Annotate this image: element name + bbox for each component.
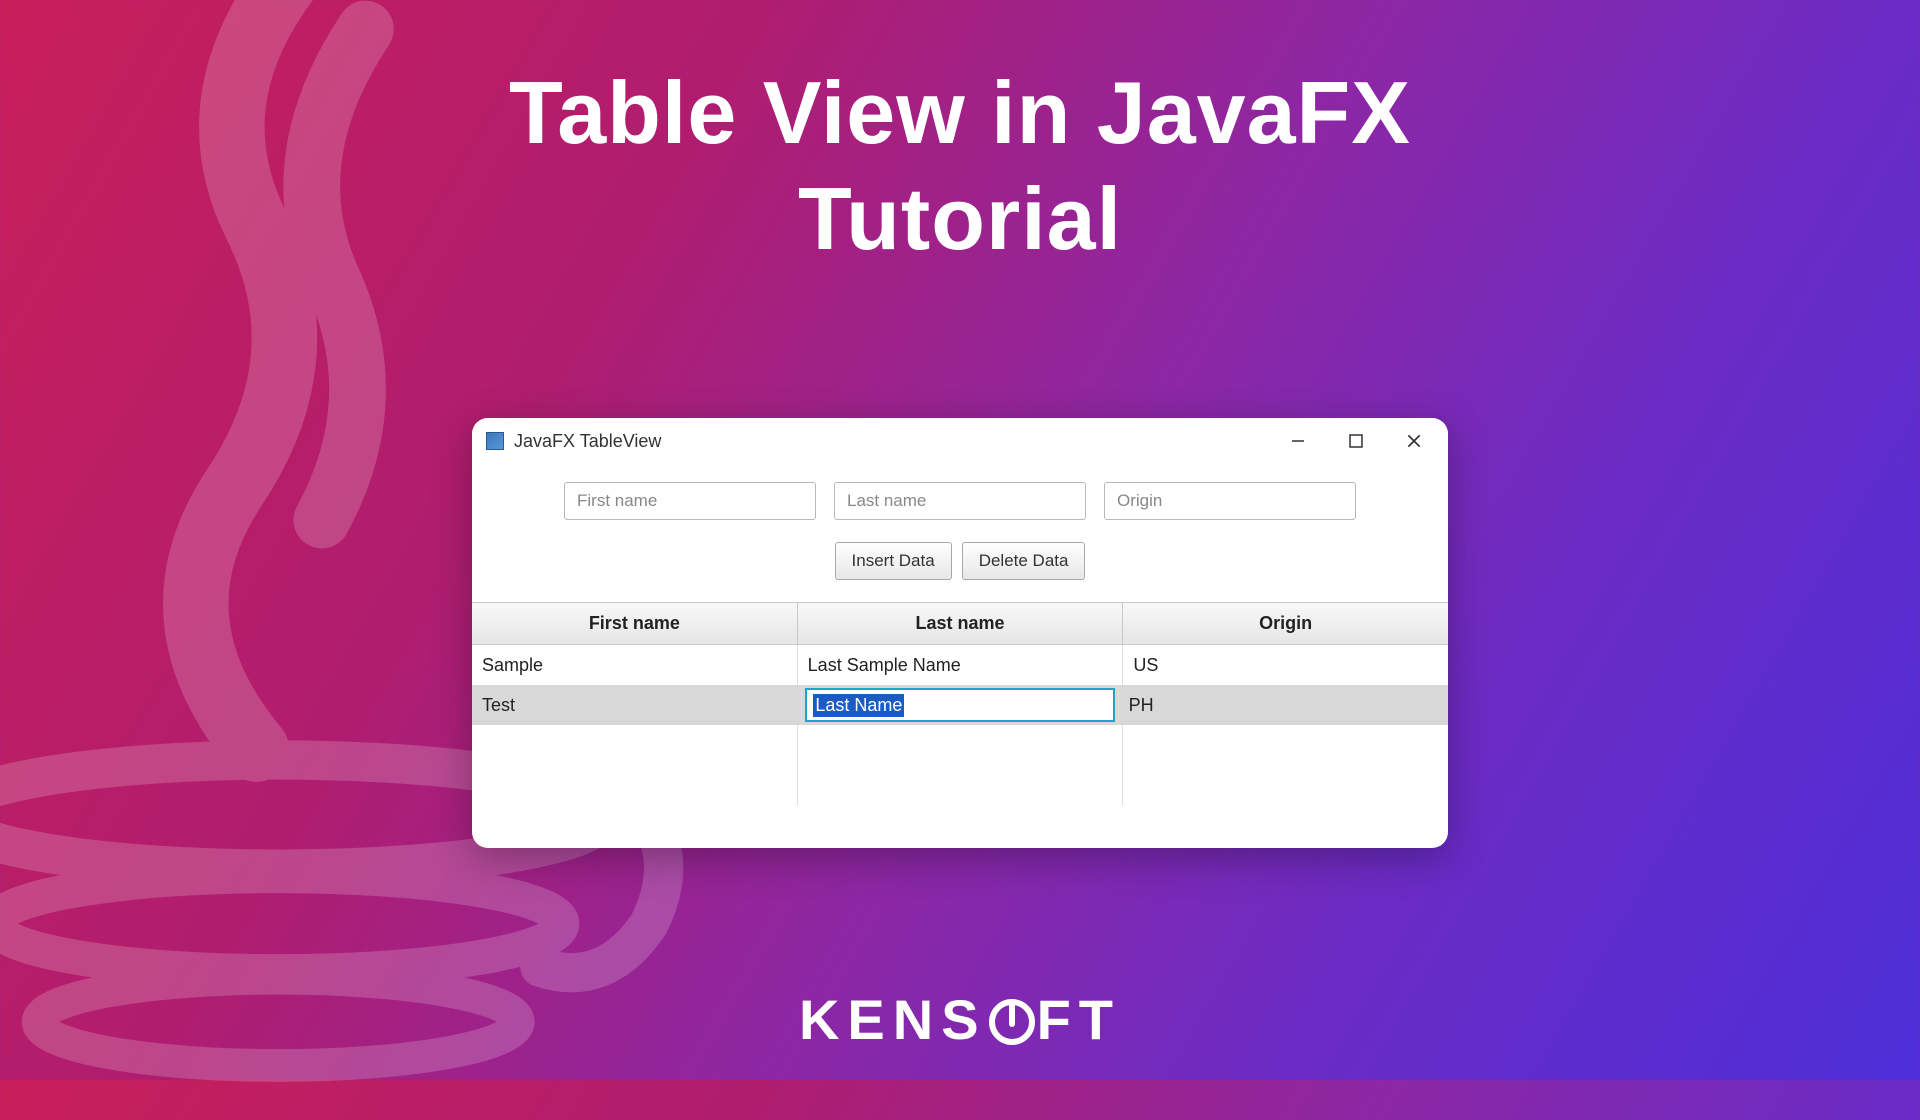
delete-data-button[interactable]: Delete Data — [962, 542, 1086, 580]
cell-origin[interactable]: US — [1123, 645, 1448, 685]
table-row[interactable]: Test Last Name PH — [472, 685, 1448, 725]
table-row-empty — [472, 765, 1448, 805]
minimize-button[interactable] — [1288, 431, 1308, 451]
brand-logo: KENSFT — [0, 987, 1920, 1052]
close-button[interactable] — [1404, 431, 1424, 451]
column-header-last-name[interactable]: Last name — [798, 603, 1124, 644]
maximize-button[interactable] — [1346, 431, 1366, 451]
cell-last-name-editing[interactable]: Last Name — [802, 685, 1118, 725]
button-row: Insert Data Delete Data — [472, 530, 1448, 602]
column-header-first-name[interactable]: First name — [472, 603, 798, 644]
cell-first-name[interactable]: Test — [472, 685, 802, 725]
insert-data-button[interactable]: Insert Data — [835, 542, 952, 580]
table-body: Sample Last Sample Name US Test Last Nam… — [472, 645, 1448, 805]
app-icon — [486, 432, 504, 450]
first-name-input[interactable] — [564, 482, 816, 520]
last-name-input[interactable] — [834, 482, 1086, 520]
title-bar: JavaFX TableView — [472, 418, 1448, 464]
cell-first-name[interactable]: Sample — [472, 645, 798, 685]
cell-editor-value: Last Name — [813, 694, 904, 717]
table-row[interactable]: Sample Last Sample Name US — [472, 645, 1448, 685]
table-view[interactable]: First name Last name Origin Sample Last … — [472, 602, 1448, 805]
cell-origin[interactable]: PH — [1119, 685, 1448, 725]
table-row-empty — [472, 725, 1448, 765]
page-title: Table View in JavaFX Tutorial — [0, 60, 1920, 271]
cell-editor[interactable]: Last Name — [805, 688, 1114, 722]
cell-last-name[interactable]: Last Sample Name — [798, 645, 1124, 685]
application-window: JavaFX TableView Insert Data Delete Data… — [472, 418, 1448, 848]
table-header: First name Last name Origin — [472, 602, 1448, 645]
input-row — [472, 464, 1448, 530]
origin-input[interactable] — [1104, 482, 1356, 520]
column-header-origin[interactable]: Origin — [1123, 603, 1448, 644]
window-title: JavaFX TableView — [514, 431, 1288, 452]
